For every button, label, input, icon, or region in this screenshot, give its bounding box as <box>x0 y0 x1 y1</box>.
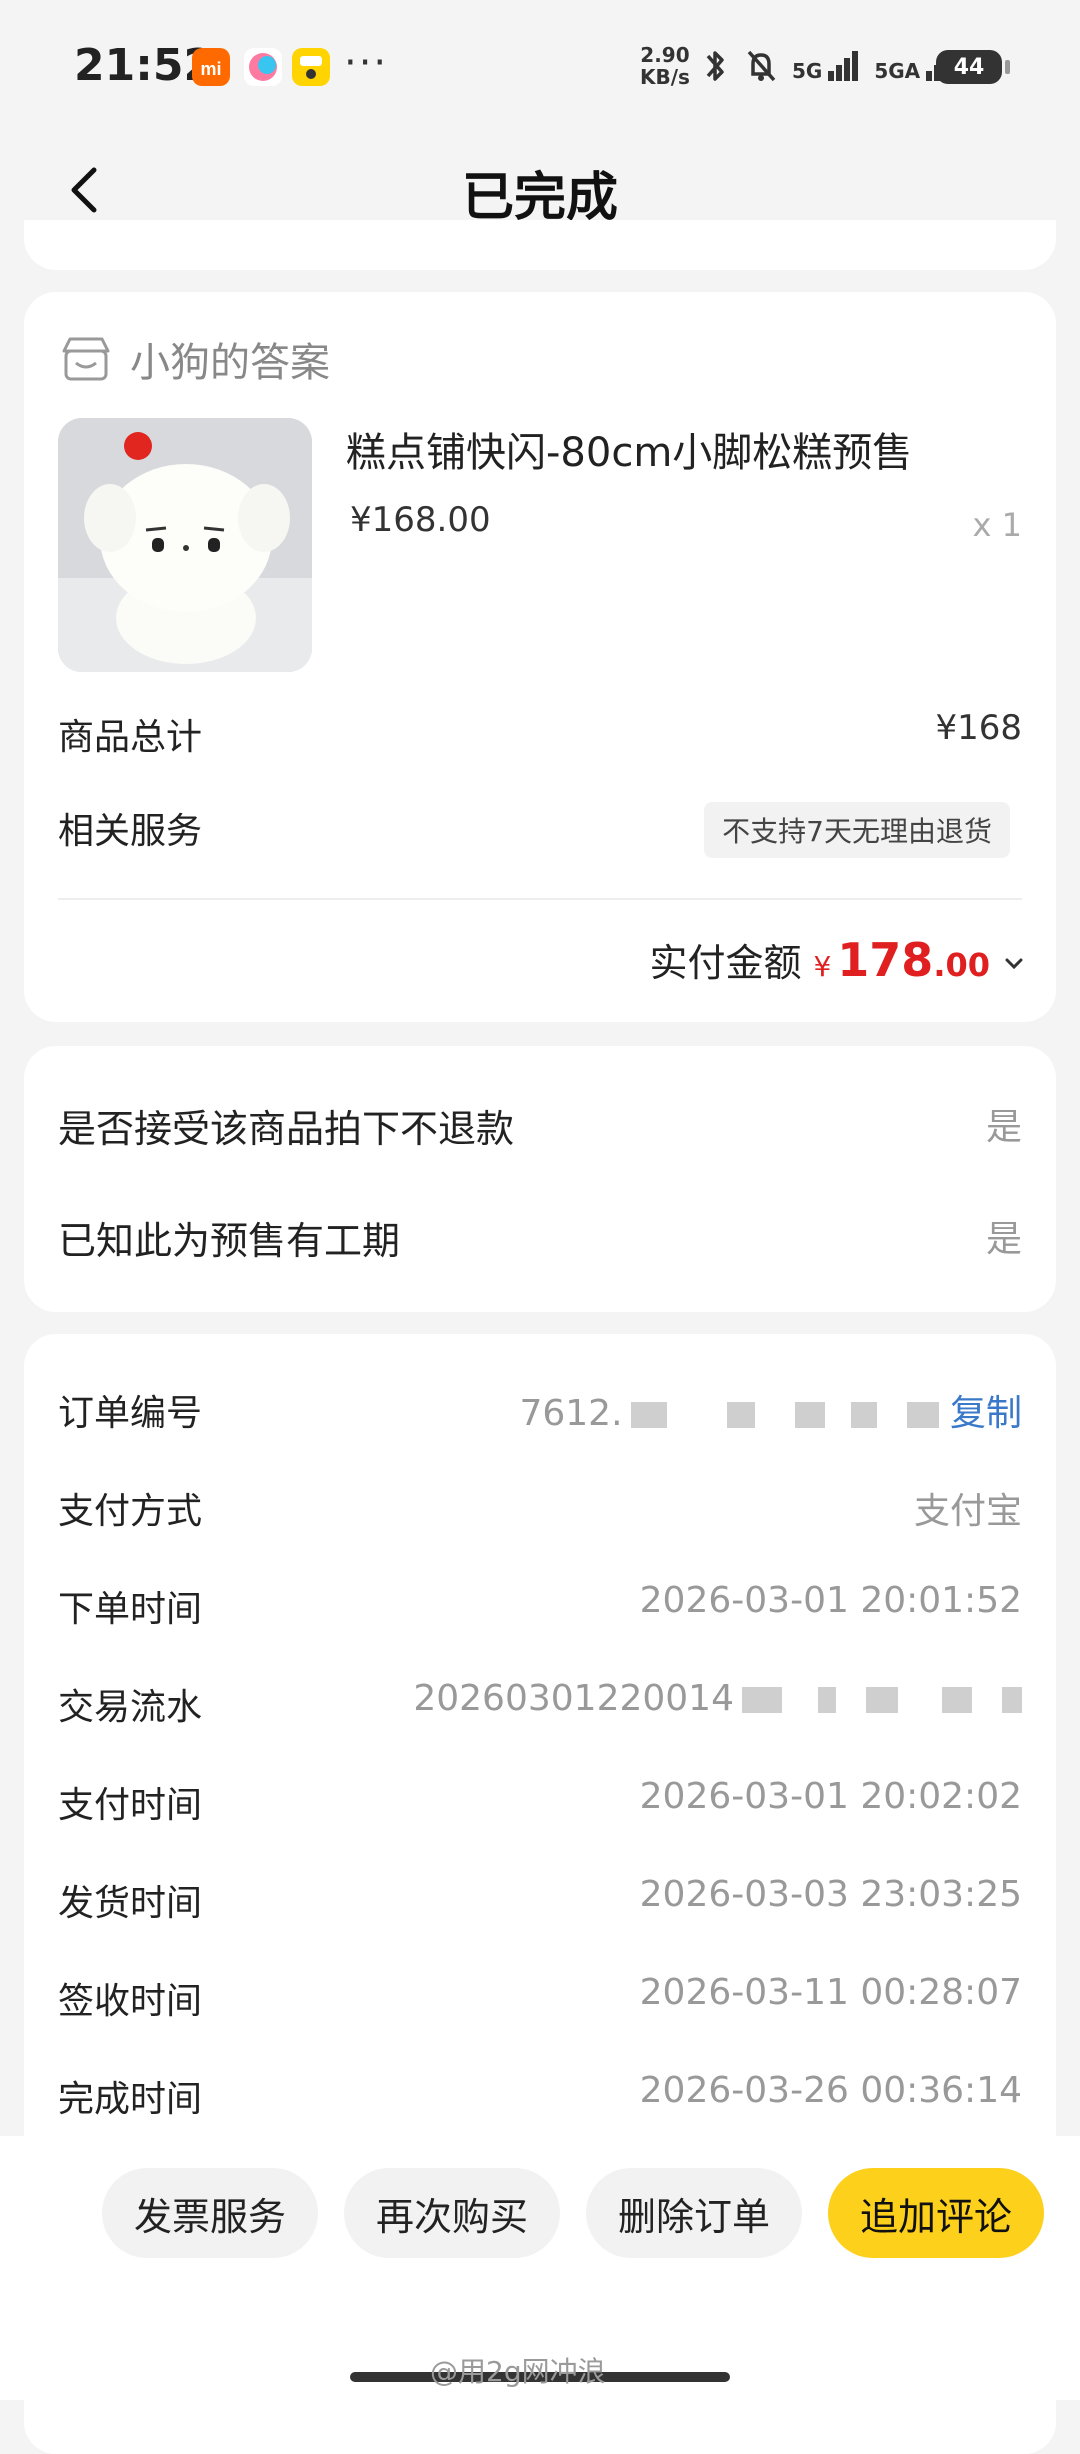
copy-button[interactable]: 复制 <box>950 1393 1022 1434</box>
product-price: ¥168.00 <box>350 500 491 540</box>
payment-method-label: 支付方式 <box>58 1491 203 1532</box>
product-title[interactable]: 糕点铺快闪-80cm小脚松糕预售 <box>346 420 912 478</box>
shop-name: 小狗的答案 <box>130 340 330 386</box>
status-icons: 5G 5GA <box>700 44 958 88</box>
total-label: 商品总计 <box>58 717 203 758</box>
complete-time-value: 2026-03-26 00:36:14 <box>639 2070 1022 2111</box>
colorful-app-icon <box>244 48 282 86</box>
product-quantity: x 1 <box>972 506 1022 544</box>
chevron-down-icon <box>1005 958 1023 970</box>
transaction-value: 20260301220014 <box>413 1678 1022 1719</box>
ship-time-value: 2026-03-03 23:03:25 <box>639 1874 1022 1915</box>
paid-amount: ¥178.00 <box>813 933 990 987</box>
order-number-label: 订单编号 <box>58 1393 203 1434</box>
svg-text:mi: mi <box>200 59 221 79</box>
option-label: 是否接受该商品拍下不退款 <box>58 1107 515 1151</box>
option-value: 是 <box>985 1107 1022 1148</box>
net-speed: 2.90 KB/s <box>640 43 690 89</box>
divider <box>58 898 1022 900</box>
more-notifications-icon: ··· <box>344 40 389 86</box>
service-tag: 不支持7天无理由退货 <box>704 802 1010 858</box>
option-label: 已知此为预售有工期 <box>58 1219 401 1263</box>
transaction-label: 交易流水 <box>58 1687 203 1728</box>
signal-icon <box>828 51 859 81</box>
buy-again-button[interactable]: 再次购买 <box>344 2168 560 2258</box>
total-value: ¥168 <box>935 708 1022 748</box>
paid-amount-row[interactable]: 实付金额 ¥178.00 <box>649 932 1026 987</box>
paid-label: 实付金额 <box>649 941 802 985</box>
payment-method-value: 支付宝 <box>913 1491 1022 1532</box>
complete-time-label: 完成时间 <box>58 2079 203 2120</box>
order-time-label: 下单时间 <box>58 1589 203 1630</box>
shop-row[interactable]: 小狗的答案 <box>60 330 330 388</box>
ship-time-label: 发货时间 <box>58 1883 203 1924</box>
product-image[interactable] <box>58 418 312 672</box>
option-value: 是 <box>985 1219 1022 1260</box>
shop-icon <box>62 337 110 381</box>
signal-5g: 5G <box>792 49 860 83</box>
mi-app-icon: mi <box>192 48 230 86</box>
status-bar: 21:52 mi ··· 2.90 KB/s 5G 5GA 44 <box>0 0 1080 130</box>
order-time-value: 2026-03-01 20:01:52 <box>639 1580 1022 1621</box>
sign-time-label: 签收时间 <box>58 1981 203 2022</box>
order-number-value: 7612. 复制 <box>519 1393 1022 1434</box>
watermark: @用2g网冲浪 <box>430 2355 606 2388</box>
payment-time-value: 2026-03-01 20:02:02 <box>639 1776 1022 1817</box>
payment-time-label: 支付时间 <box>58 1785 203 1826</box>
add-review-button[interactable]: 追加评论 <box>828 2168 1044 2258</box>
bluetooth-icon <box>706 51 724 81</box>
invoice-service-button[interactable]: 发票服务 <box>102 2168 318 2258</box>
service-label: 相关服务 <box>58 811 203 852</box>
sign-time-value: 2026-03-11 00:28:07 <box>639 1972 1022 2013</box>
previous-card-edge <box>24 220 1056 270</box>
options-card <box>24 1046 1056 1312</box>
page-title: 已完成 <box>461 168 618 228</box>
mute-bell-icon <box>747 50 776 82</box>
delete-order-button[interactable]: 删除订单 <box>586 2168 802 2258</box>
battery-indicator: 44 <box>936 50 1010 84</box>
yellow-app-icon <box>292 48 330 86</box>
